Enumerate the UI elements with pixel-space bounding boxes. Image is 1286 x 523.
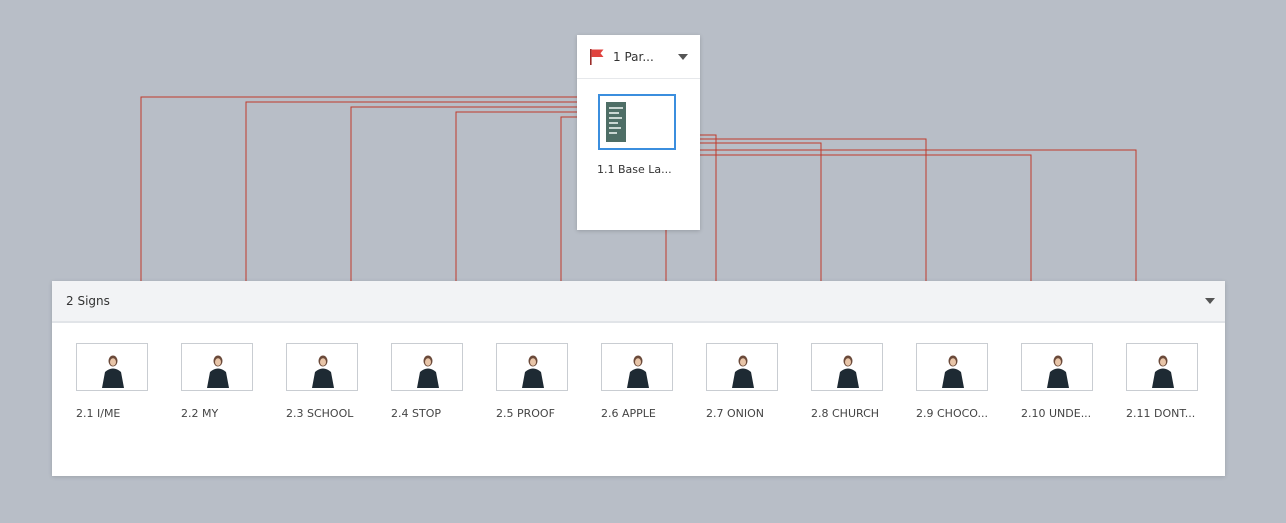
sign-thumbnail[interactable] <box>1126 343 1198 391</box>
sign-label: 2.2 MY <box>181 407 219 420</box>
person-signing-icon <box>312 355 334 388</box>
sign-label: 2.10 UNDE... <box>1021 407 1092 420</box>
sign-label: 2.5 PROOF <box>496 407 555 420</box>
person-signing-icon <box>1152 355 1174 388</box>
sign-item[interactable]: 2.11 DONT... <box>1126 343 1218 420</box>
sign-item[interactable]: 2.7 ONION <box>706 343 798 420</box>
parent-header[interactable]: 1 Par... <box>577 35 700 79</box>
sign-label: 2.6 APPLE <box>601 407 656 420</box>
sign-thumbnail[interactable] <box>1021 343 1093 391</box>
person-signing-icon <box>417 355 439 388</box>
parent-page-card: 1 Par... 1.1 Base La... <box>577 35 700 230</box>
sign-thumbnail[interactable] <box>811 343 883 391</box>
sign-label: 2.7 ONION <box>706 407 765 420</box>
sign-item[interactable]: 2.4 STOP <box>391 343 483 420</box>
sign-item[interactable]: 2.5 PROOF <box>496 343 588 420</box>
sign-item[interactable]: 2.6 APPLE <box>601 343 693 420</box>
sign-thumbnail[interactable] <box>391 343 463 391</box>
sign-item[interactable]: 2.8 CHURCH <box>811 343 903 420</box>
sign-label: 2.8 CHURCH <box>811 407 880 420</box>
sign-label: 2.9 CHOCO... <box>916 407 988 420</box>
person-signing-icon <box>627 355 649 388</box>
document-icon <box>606 102 626 142</box>
person-signing-icon <box>102 355 124 388</box>
sign-label: 2.11 DONT... <box>1126 407 1196 420</box>
base-layout-thumbnail[interactable] <box>598 94 676 150</box>
sign-thumbnail[interactable] <box>706 343 778 391</box>
sign-label: 2.1 I/ME <box>76 407 121 420</box>
sign-label: 2.4 STOP <box>391 407 441 420</box>
sign-thumbnail[interactable] <box>496 343 568 391</box>
person-signing-icon <box>207 355 229 388</box>
signs-header: 2 Signs <box>52 281 1225 323</box>
sign-label: 2.3 SCHOOL <box>286 407 354 420</box>
sign-item[interactable]: 2.9 CHOCO... <box>916 343 1008 420</box>
sign-item[interactable]: 2.3 SCHOOL <box>286 343 378 420</box>
parent-title: 1 Par... <box>613 49 654 64</box>
sign-thumbnail[interactable] <box>601 343 673 391</box>
person-signing-icon <box>522 355 544 388</box>
sign-item[interactable]: 2.2 MY <box>181 343 273 420</box>
sign-thumbnail[interactable] <box>181 343 253 391</box>
base-layout-label: 1.1 Base La... <box>597 163 672 176</box>
chevron-down-icon[interactable] <box>1205 298 1215 304</box>
sign-item[interactable]: 2.10 UNDE... <box>1021 343 1113 420</box>
flag-icon <box>590 48 604 65</box>
person-signing-icon <box>732 355 754 388</box>
chevron-down-icon[interactable] <box>678 53 688 60</box>
person-signing-icon <box>837 355 859 388</box>
signs-title: 2 Signs <box>66 294 110 308</box>
sign-item[interactable]: 2.1 I/ME <box>76 343 168 420</box>
person-signing-icon <box>1047 355 1069 388</box>
sign-thumbnail[interactable] <box>916 343 988 391</box>
person-signing-icon <box>942 355 964 388</box>
sign-thumbnail[interactable] <box>286 343 358 391</box>
sign-thumbnail[interactable] <box>76 343 148 391</box>
signs-panel: 2 Signs 2.1 I/ME 2.2 MY 2.3 SCHOOL 2.4 STOP… <box>52 281 1225 476</box>
